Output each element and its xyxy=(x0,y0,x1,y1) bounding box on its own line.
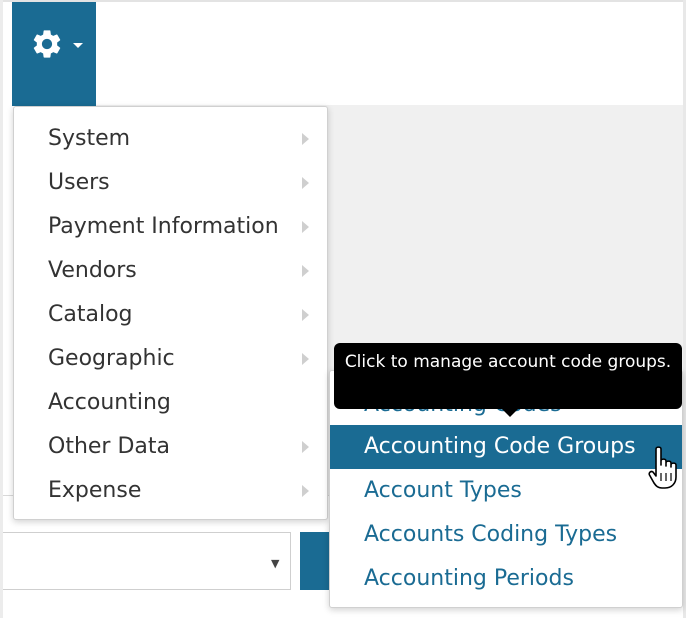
submenu-item-label: Accounts Coding Types xyxy=(364,522,618,547)
menu-item-users[interactable]: Users xyxy=(14,161,327,205)
menu-item-label: Other Data xyxy=(48,434,170,459)
menu-item-label: Accounting xyxy=(48,390,171,415)
chevron-right-icon xyxy=(302,441,309,453)
chevron-right-icon xyxy=(302,133,309,145)
chevron-right-icon xyxy=(302,309,309,321)
menu-item-accounting[interactable]: Accounting xyxy=(14,381,327,425)
tooltip: Click to manage account code groups. xyxy=(334,343,682,409)
tooltip-arrow xyxy=(502,409,518,417)
menu-item-system[interactable]: System xyxy=(14,117,327,161)
submenu-item-accounts-coding-types[interactable]: Accounts Coding Types xyxy=(330,513,682,557)
chevron-right-icon xyxy=(302,177,309,189)
menu-item-vendors[interactable]: Vendors xyxy=(14,249,327,293)
submenu-item-account-types[interactable]: Account Types xyxy=(330,469,682,513)
frame-left-border xyxy=(0,0,3,618)
submenu-item-label: Accounting Code Groups xyxy=(364,434,636,459)
menu-item-expense[interactable]: Expense xyxy=(14,469,327,513)
frame-top-border xyxy=(0,0,686,2)
hand-pointer-cursor-icon xyxy=(648,446,677,489)
gear-icon xyxy=(33,30,61,58)
menu-item-other-data[interactable]: Other Data xyxy=(14,425,327,469)
menu-item-label: Expense xyxy=(48,478,142,503)
menu-item-label: Vendors xyxy=(48,258,137,283)
menu-item-catalog[interactable]: Catalog xyxy=(14,293,327,337)
chevron-right-icon xyxy=(302,353,309,365)
menu-item-label: Geographic xyxy=(48,346,175,371)
menu-item-label: System xyxy=(48,126,131,151)
filter-select[interactable]: ▼ xyxy=(3,532,291,590)
submenu-item-label: Accounting Periods xyxy=(364,566,574,591)
submenu-item-accounting-code-groups[interactable]: Accounting Code Groups xyxy=(330,425,682,469)
menu-item-label: Payment Information xyxy=(48,214,279,239)
submenu-item-label: Account Types xyxy=(364,478,522,503)
menu-item-label: Users xyxy=(48,170,110,195)
menu-item-payment-information[interactable]: Payment Information xyxy=(14,205,327,249)
submenu-item-accounting-periods[interactable]: Accounting Periods xyxy=(330,557,682,601)
chevron-right-icon xyxy=(302,485,309,497)
chevron-right-icon xyxy=(302,221,309,233)
settings-dropdown-menu: System Users Payment Information Vendors… xyxy=(13,106,328,520)
chevron-right-icon xyxy=(302,265,309,277)
select-arrow-icon: ▼ xyxy=(271,557,280,570)
settings-menu-button[interactable] xyxy=(12,2,96,106)
menu-item-geographic[interactable]: Geographic xyxy=(14,337,327,381)
caret-down-icon xyxy=(73,43,83,48)
menu-item-label: Catalog xyxy=(48,302,133,327)
